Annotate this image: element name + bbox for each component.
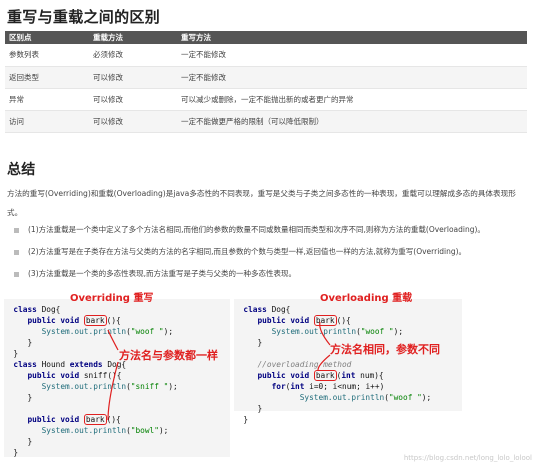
code-call: System.out.println xyxy=(41,426,127,435)
summary-paragraph: 方法的重写(Overriding)和重载(Overloading)是java多态… xyxy=(7,189,516,217)
table-header-cell: 区别点 xyxy=(5,31,89,44)
comparison-table: 区别点 重载方法 重写方法 参数列表 必须修改 一定不能修改 返回类型 可以修改… xyxy=(5,31,527,133)
table-row: 参数列表 必须修改 一定不能修改 xyxy=(5,44,527,67)
overload-note-annotation: 方法名相同，参数不同 xyxy=(330,343,440,356)
code-call: System.out.println xyxy=(41,327,127,336)
table-cell: 异常 xyxy=(5,88,89,111)
highlighted-method-name: bark xyxy=(313,370,337,381)
table-row: 返回类型 可以修改 一定不能修改 xyxy=(5,66,527,89)
code-class-name: Dog xyxy=(41,305,56,314)
table-row: 异常 可以修改 可以减少或删除，一定不能抛出新的或者更广的异常 xyxy=(5,88,527,111)
table-cell: 必须修改 xyxy=(89,44,177,67)
code-keyword: void xyxy=(290,371,310,380)
code-keyword: public xyxy=(27,371,56,380)
page-title: 重写与重载之间的区别 xyxy=(7,8,161,26)
table-cell: 可以修改 xyxy=(89,88,177,111)
list-item: (1)方法重载是一个类中定义了多个方法名相同,而他们的参数的数量不同或数量相同而… xyxy=(14,219,529,241)
code-class-name: Hound xyxy=(41,360,66,369)
table-cell: 可以修改 xyxy=(89,110,177,133)
code-string: "sniff " xyxy=(130,382,169,391)
table-cell: 访问 xyxy=(5,110,89,133)
code-call: System.out.println xyxy=(41,382,127,391)
code-keyword: void xyxy=(60,316,80,325)
table-header-row: 区别点 重载方法 重写方法 xyxy=(5,31,527,44)
code-call: System.out.println xyxy=(299,393,385,402)
overriding-code-block: class Dog{ public void bark(){ System.ou… xyxy=(4,299,230,457)
code-keyword: class xyxy=(13,305,37,314)
highlighted-method-name: bark xyxy=(83,414,107,425)
overriding-annotation: Overriding 重写 xyxy=(70,293,154,304)
list-item: (3)方法重载是一个类的多态性表现,而方法重写是子类与父类的一种多态性表现。 xyxy=(14,263,529,285)
watermark: https://blog.csdn.net/long_lolo_lolool xyxy=(403,454,532,462)
code-class-name: Dog xyxy=(271,305,286,314)
table-header-cell: 重载方法 xyxy=(89,31,177,44)
code-keyword: public xyxy=(27,415,56,424)
code-string: "woof " xyxy=(360,327,394,336)
table-cell: 可以修改 xyxy=(89,66,177,89)
table-header-cell: 重写方法 xyxy=(177,31,527,44)
table-cell: 可以减少或删除，一定不能抛出新的或者更广的异常 xyxy=(177,88,527,111)
table-cell: 返回类型 xyxy=(5,66,89,89)
code-keyword: class xyxy=(13,360,37,369)
code-keyword: extends xyxy=(69,360,103,369)
code-loop: i=0; i<num; i++ xyxy=(309,382,380,391)
overloading-annotation: Overloading 重载 xyxy=(320,293,413,304)
code-keyword: int xyxy=(341,371,356,380)
code-call: System.out.println xyxy=(271,327,357,336)
code-keyword: void xyxy=(60,371,80,380)
table-cell: 一定不能修改 xyxy=(177,44,527,67)
summary-heading: 总结 xyxy=(7,162,36,178)
highlighted-method-name: bark xyxy=(313,315,337,326)
list-item: (2)方法重写是在子类存在方法与父类的方法的名字相同,而且参数的个数与类型一样,… xyxy=(14,241,529,263)
code-method-name: sniff xyxy=(83,371,108,380)
table-row: 访问 可以修改 一定不能做更严格的限制（可以降低限制） xyxy=(5,110,527,133)
code-keyword: void xyxy=(60,415,80,424)
code-string: "woof " xyxy=(388,393,422,402)
code-string: "bowl" xyxy=(130,426,159,435)
code-string: "woof " xyxy=(130,327,164,336)
table-cell: 参数列表 xyxy=(5,44,89,67)
code-keyword: void xyxy=(290,316,310,325)
override-note-annotation: 方法名与参数都一样 xyxy=(119,349,218,362)
code-keyword: public xyxy=(257,371,286,380)
code-keyword: for xyxy=(271,382,286,391)
table-cell: 一定不能修改 xyxy=(177,66,527,89)
code-param: num xyxy=(360,371,375,380)
code-keyword: public xyxy=(27,316,56,325)
summary-list: (1)方法重载是一个类中定义了多个方法名相同,而他们的参数的数量不同或数量相同而… xyxy=(14,219,529,285)
code-comment: //overloading method xyxy=(257,360,352,369)
code-keyword: public xyxy=(257,316,286,325)
code-keyword: class xyxy=(243,305,267,314)
code-keyword: int xyxy=(290,382,305,391)
highlighted-method-name: bark xyxy=(83,315,107,326)
table-cell: 一定不能做更严格的限制（可以降低限制） xyxy=(177,110,527,133)
